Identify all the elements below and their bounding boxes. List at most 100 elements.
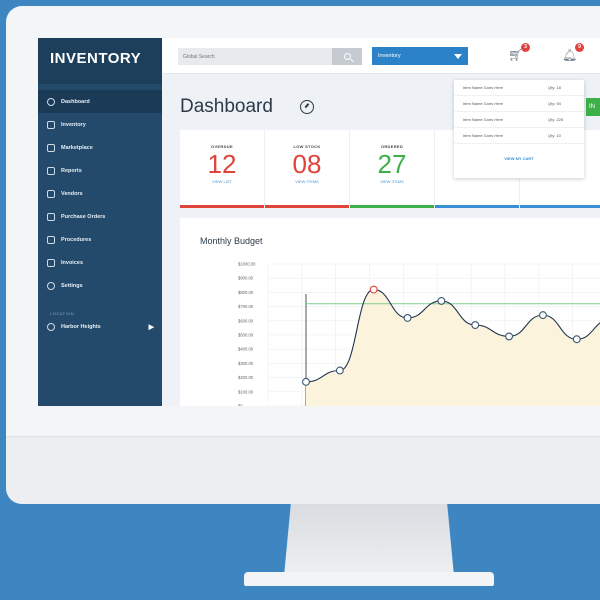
gauge-icon xyxy=(47,97,55,106)
gear-icon xyxy=(47,281,55,290)
store-icon xyxy=(47,143,55,152)
stat-accent-bar xyxy=(520,205,600,208)
sidebar-item-label: Invoices xyxy=(61,259,84,266)
y-tick-label: $1000.00 xyxy=(238,262,256,267)
stat-accent-bar xyxy=(435,205,519,208)
sidebar-item-vendors[interactable]: Vendors xyxy=(38,182,162,205)
cart-row[interactable]: Item Name Goes Here Qty: 225 xyxy=(454,112,584,128)
sidebar-item-label: Purchase Orders xyxy=(61,213,106,220)
stat-label: ORDERED xyxy=(380,144,404,149)
search-input[interactable] xyxy=(178,48,338,65)
cart-item-name: Item Name Goes Here xyxy=(463,85,504,90)
invoice-icon xyxy=(47,258,55,267)
monitor-stand-base xyxy=(244,572,494,586)
pin-icon xyxy=(47,323,55,331)
data-point xyxy=(369,285,378,294)
data-point xyxy=(505,332,514,341)
sidebar-item-purchase-orders[interactable]: Purchase Orders xyxy=(38,205,162,228)
sidebar-item-label: Vendors xyxy=(61,190,83,197)
data-point xyxy=(437,296,446,305)
search-button[interactable] xyxy=(332,48,362,65)
page-title: Dashboard xyxy=(180,96,273,117)
data-point xyxy=(471,321,480,330)
cart-item-qty: Qty: 225 xyxy=(548,117,564,122)
y-tick-label: $900.00 xyxy=(238,276,254,281)
data-point xyxy=(403,314,412,322)
stat-accent-bar xyxy=(180,205,264,208)
cart-popup: Item Name Goes Here Qty: 18 Item Name Go… xyxy=(454,80,584,178)
data-point xyxy=(302,377,310,386)
gauge-icon xyxy=(300,100,314,114)
data-point xyxy=(538,311,547,320)
notifications-badge: 9 xyxy=(575,43,584,52)
y-tick-label: $300.00 xyxy=(238,361,254,366)
green-action-button[interactable]: IN xyxy=(586,98,600,116)
view-cart-link[interactable]: VIEW MY CART xyxy=(454,144,584,161)
monitor-chin xyxy=(6,436,600,504)
sidebar-item-label: Inventory xyxy=(61,121,86,128)
stat-value: 12 xyxy=(207,149,237,179)
sidebar-item-dashboard[interactable]: Dashboard xyxy=(38,90,162,113)
location-selector[interactable]: Harbor Heights ▶ xyxy=(38,320,162,334)
y-tick-label: $500.00 xyxy=(238,333,254,338)
cart-item-qty: Qty: 10 xyxy=(548,133,561,138)
stat-value: 27 xyxy=(377,149,407,179)
cart-row[interactable]: Item Name Goes Here Qty: 94 xyxy=(454,96,584,112)
chart-title: Monthly Budget xyxy=(200,236,263,246)
cart-item-name: Item Name Goes Here xyxy=(463,101,504,106)
y-tick-label: $200.00 xyxy=(238,375,254,380)
search-icon xyxy=(343,53,351,60)
cart-icon xyxy=(47,212,55,221)
app-brand: INVENTORY xyxy=(38,38,162,84)
sidebar-item-label: Marketplace xyxy=(61,144,93,151)
cart-badge: 3 xyxy=(521,43,530,52)
sidebar-item-label: Dashboard xyxy=(61,98,90,105)
sidebar-section-label: LOCATION xyxy=(50,311,75,316)
cart-row[interactable]: Item Name Goes Here Qty: 10 xyxy=(454,128,584,144)
dropdown-value: Inventory xyxy=(378,53,401,59)
box-icon xyxy=(47,120,55,129)
sidebar-item-invoices[interactable]: Invoices xyxy=(38,251,162,274)
vendor-icon xyxy=(47,189,55,198)
stat-link[interactable]: VIEW LIST xyxy=(180,179,264,184)
list-icon xyxy=(47,235,55,244)
chevron-right-icon: ▶ xyxy=(148,324,154,331)
monthly-budget-chart: $1000.00 $900.00 $800.00 $700.00 $600.00 $500… xyxy=(238,262,600,406)
sidebar: INVENTORY Dashboard Inventory Marketplac… xyxy=(38,38,162,406)
sidebar-item-reports[interactable]: Reports xyxy=(38,159,162,182)
stat-card-overdue: OVERDUE 12 VIEW LIST xyxy=(180,130,265,208)
cart-button[interactable]: 🛒︎ 3 xyxy=(508,43,530,64)
stat-accent-bar xyxy=(350,205,434,208)
stat-accent-bar xyxy=(265,205,349,208)
sidebar-item-label: Settings xyxy=(61,282,83,289)
y-tick-label: $700.00 xyxy=(238,304,254,309)
sidebar-item-settings[interactable]: Settings xyxy=(38,274,162,297)
y-tick-label: $600.00 xyxy=(238,318,254,323)
cart-item-name: Item Name Goes Here xyxy=(463,117,504,122)
sidebar-item-marketplace[interactable]: Marketplace xyxy=(38,136,162,159)
report-icon xyxy=(47,166,55,175)
cart-row[interactable]: Item Name Goes Here Qty: 18 xyxy=(454,80,584,96)
monitor-stand xyxy=(284,504,454,576)
sidebar-item-label: Procedures xyxy=(61,236,92,243)
sidebar-item-inventory[interactable]: Inventory xyxy=(38,113,162,136)
module-dropdown[interactable]: Inventory xyxy=(372,47,468,65)
stat-link[interactable]: VIEW ITEMS xyxy=(265,179,349,184)
stat-card-low-stock: LOW STOCK 08 VIEW ITEMS xyxy=(265,130,350,208)
sidebar-item-label: Reports xyxy=(61,167,82,174)
cart-item-qty: Qty: 94 xyxy=(548,101,561,106)
location-label: Harbor Heights xyxy=(61,324,101,330)
stat-link[interactable]: VIEW ITEMS xyxy=(350,179,434,184)
topbar: Inventory 🛒︎ 3 🔔︎ 9 xyxy=(162,38,600,74)
stat-label: OVERDUE xyxy=(211,144,233,149)
y-tick-label: $100.00 xyxy=(238,389,254,394)
notifications-button[interactable]: 🔔︎ 9 xyxy=(562,43,584,64)
cart-item-name: Item Name Goes Here xyxy=(463,133,504,138)
sidebar-item-procedures[interactable]: Procedures xyxy=(38,228,162,251)
y-tick-label: $400.00 xyxy=(238,347,254,352)
y-tick-label: $800.00 xyxy=(238,290,254,295)
cart-item-qty: Qty: 18 xyxy=(548,85,561,90)
stat-value: 08 xyxy=(292,149,322,179)
stat-card-ordered: ORDERED 27 VIEW ITEMS xyxy=(350,130,435,208)
stat-label: LOW STOCK xyxy=(293,144,321,149)
